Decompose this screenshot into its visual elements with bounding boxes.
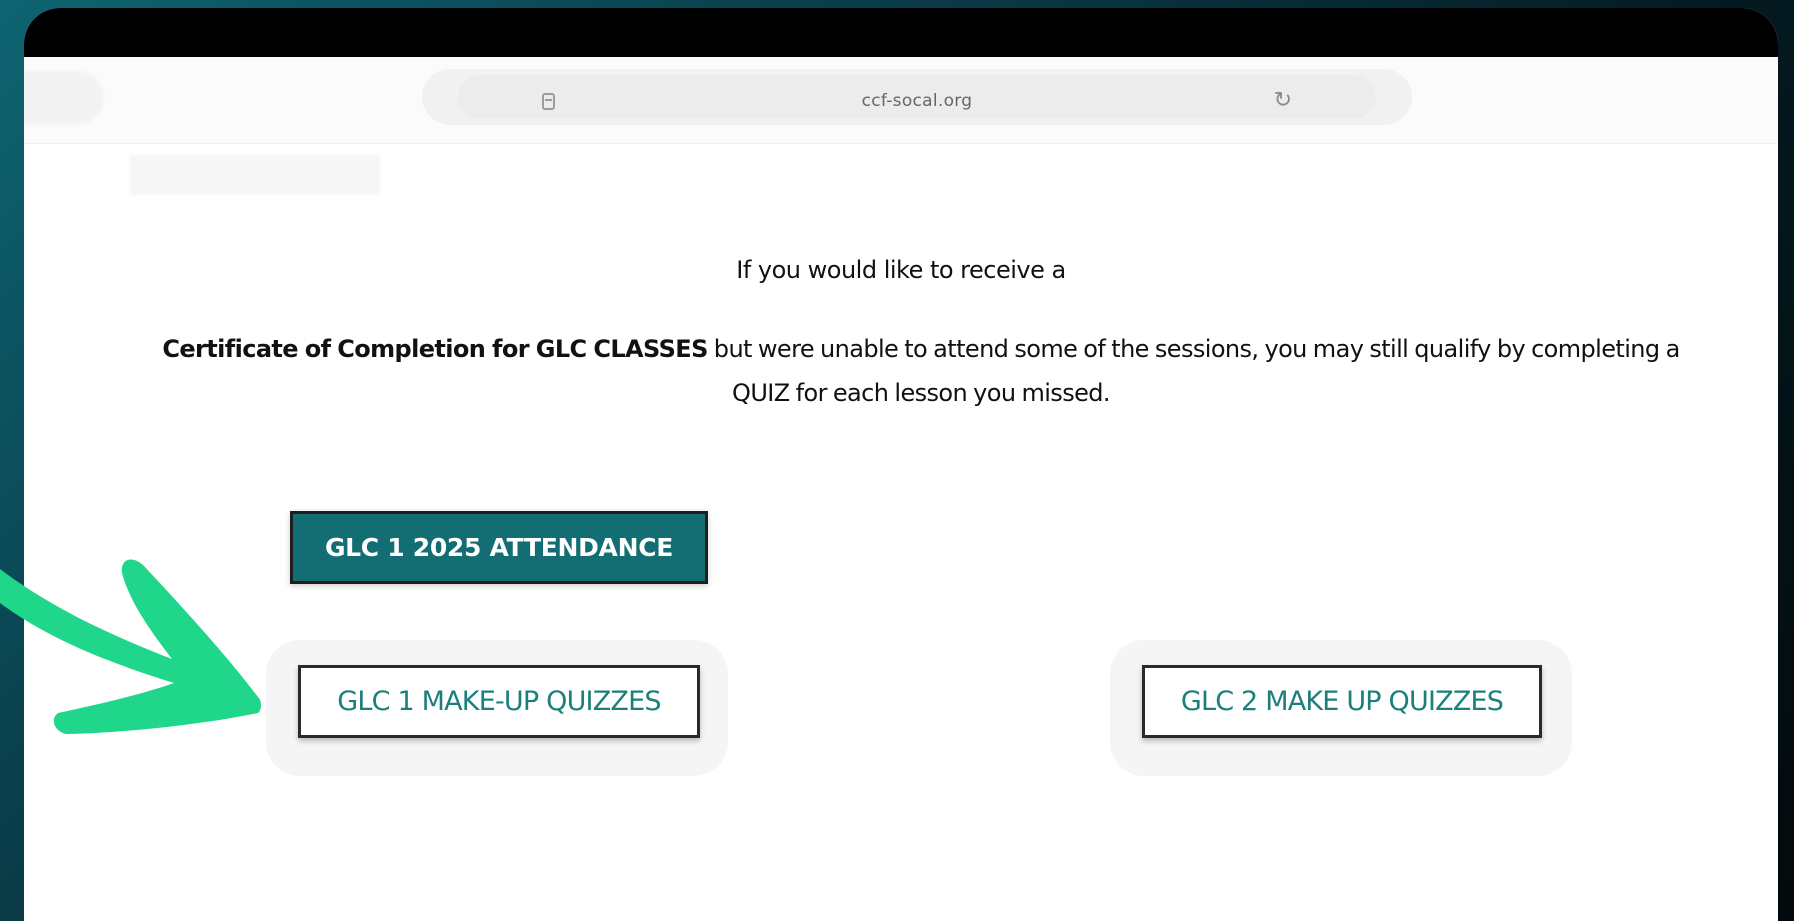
glc2-makeup-quizzes-button[interactable]: GLC 2 MAKE UP QUIZZES <box>1142 665 1542 738</box>
annotation-arrow-icon <box>0 559 261 734</box>
reload-icon[interactable]: ↻ <box>1274 88 1292 113</box>
glc1-attendance-button[interactable]: GLC 1 2025 ATTENDANCE <box>290 511 708 584</box>
faded-page-header <box>130 155 380 195</box>
url-text[interactable]: ccf-socal.org <box>458 91 1376 111</box>
address-bar[interactable]: ccf-socal.org ↻ <box>422 69 1412 125</box>
address-field[interactable]: ccf-socal.org ↻ <box>458 75 1376 119</box>
certificate-paragraph: Certificate of Completion for GLC CLASSE… <box>134 327 1708 415</box>
intro-text: If you would like to receive a <box>736 256 1066 284</box>
browser-toolbar: ccf-socal.org ↻ <box>24 57 1778 144</box>
browser-window: ccf-socal.org ↻ If you would like to rec… <box>24 8 1778 921</box>
certificate-paragraph-bold: Certificate of Completion for GLC CLASSE… <box>162 335 708 363</box>
glc1-makeup-quizzes-button[interactable]: GLC 1 MAKE-UP QUIZZES <box>298 665 700 738</box>
device-top-bar <box>24 8 1778 57</box>
back-button[interactable] <box>24 71 104 125</box>
certificate-paragraph-rest: but were unable to attend some of the se… <box>707 335 1680 407</box>
annotation-arrow-shape <box>0 559 261 734</box>
